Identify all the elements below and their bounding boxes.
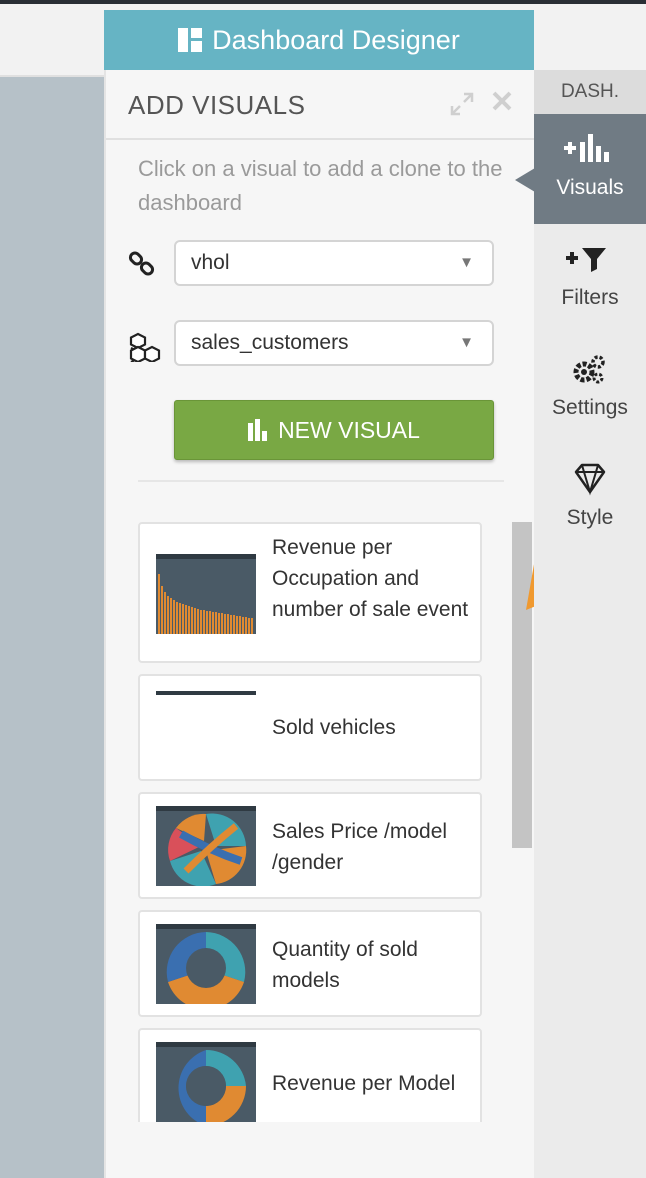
visuals-list: Revenue per Occupation and number of sal… xyxy=(138,522,484,1122)
close-icon[interactable] xyxy=(491,90,515,114)
bar-chart-thumbnail xyxy=(156,554,256,634)
chevron-down-icon: ▼ xyxy=(459,334,474,351)
divider xyxy=(138,480,504,482)
layout-blocks-icon xyxy=(178,28,203,52)
chord-chart-thumbnail xyxy=(156,806,256,886)
visual-card-label: Sold vehicles xyxy=(272,716,396,739)
rail-item-filters[interactable]: Filters xyxy=(534,224,646,334)
new-visual-label: NEW VISUAL xyxy=(278,416,420,443)
cubes-icon xyxy=(128,332,164,364)
visual-card-quantity-sold[interactable]: Quantity of sold models xyxy=(138,910,482,1017)
diamond-icon xyxy=(534,462,646,496)
rail-label: Visuals xyxy=(556,176,624,199)
connection-select[interactable]: vhol ▼ xyxy=(174,240,494,286)
table-thumbnail xyxy=(156,688,256,698)
visual-card-label: Sales Price /model /gender xyxy=(272,820,448,874)
add-chart-icon xyxy=(534,132,646,166)
background-top-line xyxy=(0,0,646,4)
active-tab-notch xyxy=(515,168,535,192)
visual-card-sold-vehicles[interactable]: Sold vehicles xyxy=(138,674,482,781)
chevron-down-icon: ▼ xyxy=(459,254,474,271)
gears-icon xyxy=(534,352,646,386)
rail-label: Settings xyxy=(552,396,628,419)
add-filter-icon xyxy=(534,242,646,276)
donut-chart-thumbnail xyxy=(156,1042,256,1122)
background-canvas xyxy=(0,77,106,1178)
visual-card-sales-price[interactable]: Sales Price /model /gender xyxy=(138,792,482,899)
visual-card-label: Revenue per Occupation and number of sal… xyxy=(272,536,469,621)
new-visual-button[interactable]: NEW VISUAL xyxy=(174,400,494,460)
visual-card-label: Revenue per Model xyxy=(272,1072,456,1095)
rail-item-style[interactable]: Style xyxy=(534,444,646,554)
connection-value: vhol xyxy=(191,251,230,274)
dashboard-designer-header: Dashboard Designer xyxy=(104,10,534,70)
tab-dash[interactable]: DASH. xyxy=(534,70,646,115)
panel-title: ADD VISUALS xyxy=(128,90,306,120)
donut-chart-thumbnail xyxy=(156,924,256,1004)
visual-card-revenue-model[interactable]: Revenue per Model xyxy=(138,1028,482,1122)
rail-label: Style xyxy=(566,506,614,529)
add-visuals-panel: ADD VISUALS Click on a visual to add a c… xyxy=(104,70,588,1178)
panel-title-bar: ADD VISUALS xyxy=(106,70,534,140)
rail-label: Filters xyxy=(561,286,619,309)
rail-item-visuals[interactable]: Visuals xyxy=(534,114,646,224)
visual-card-label: Quantity of sold models xyxy=(272,938,418,992)
expand-icon[interactable] xyxy=(450,92,474,116)
header-title: Dashboard Designer xyxy=(212,24,460,55)
link-icon xyxy=(128,250,156,278)
dataset-select[interactable]: sales_customers ▼ xyxy=(174,320,494,366)
rail-item-settings[interactable]: Settings xyxy=(534,334,646,444)
visual-card-revenue-occupation[interactable]: Revenue per Occupation and number of sal… xyxy=(138,522,482,663)
bar-chart-icon xyxy=(248,419,270,441)
dataset-value: sales_customers xyxy=(191,331,349,354)
instruction-text: Click on a visual to add a clone to the … xyxy=(138,156,503,215)
